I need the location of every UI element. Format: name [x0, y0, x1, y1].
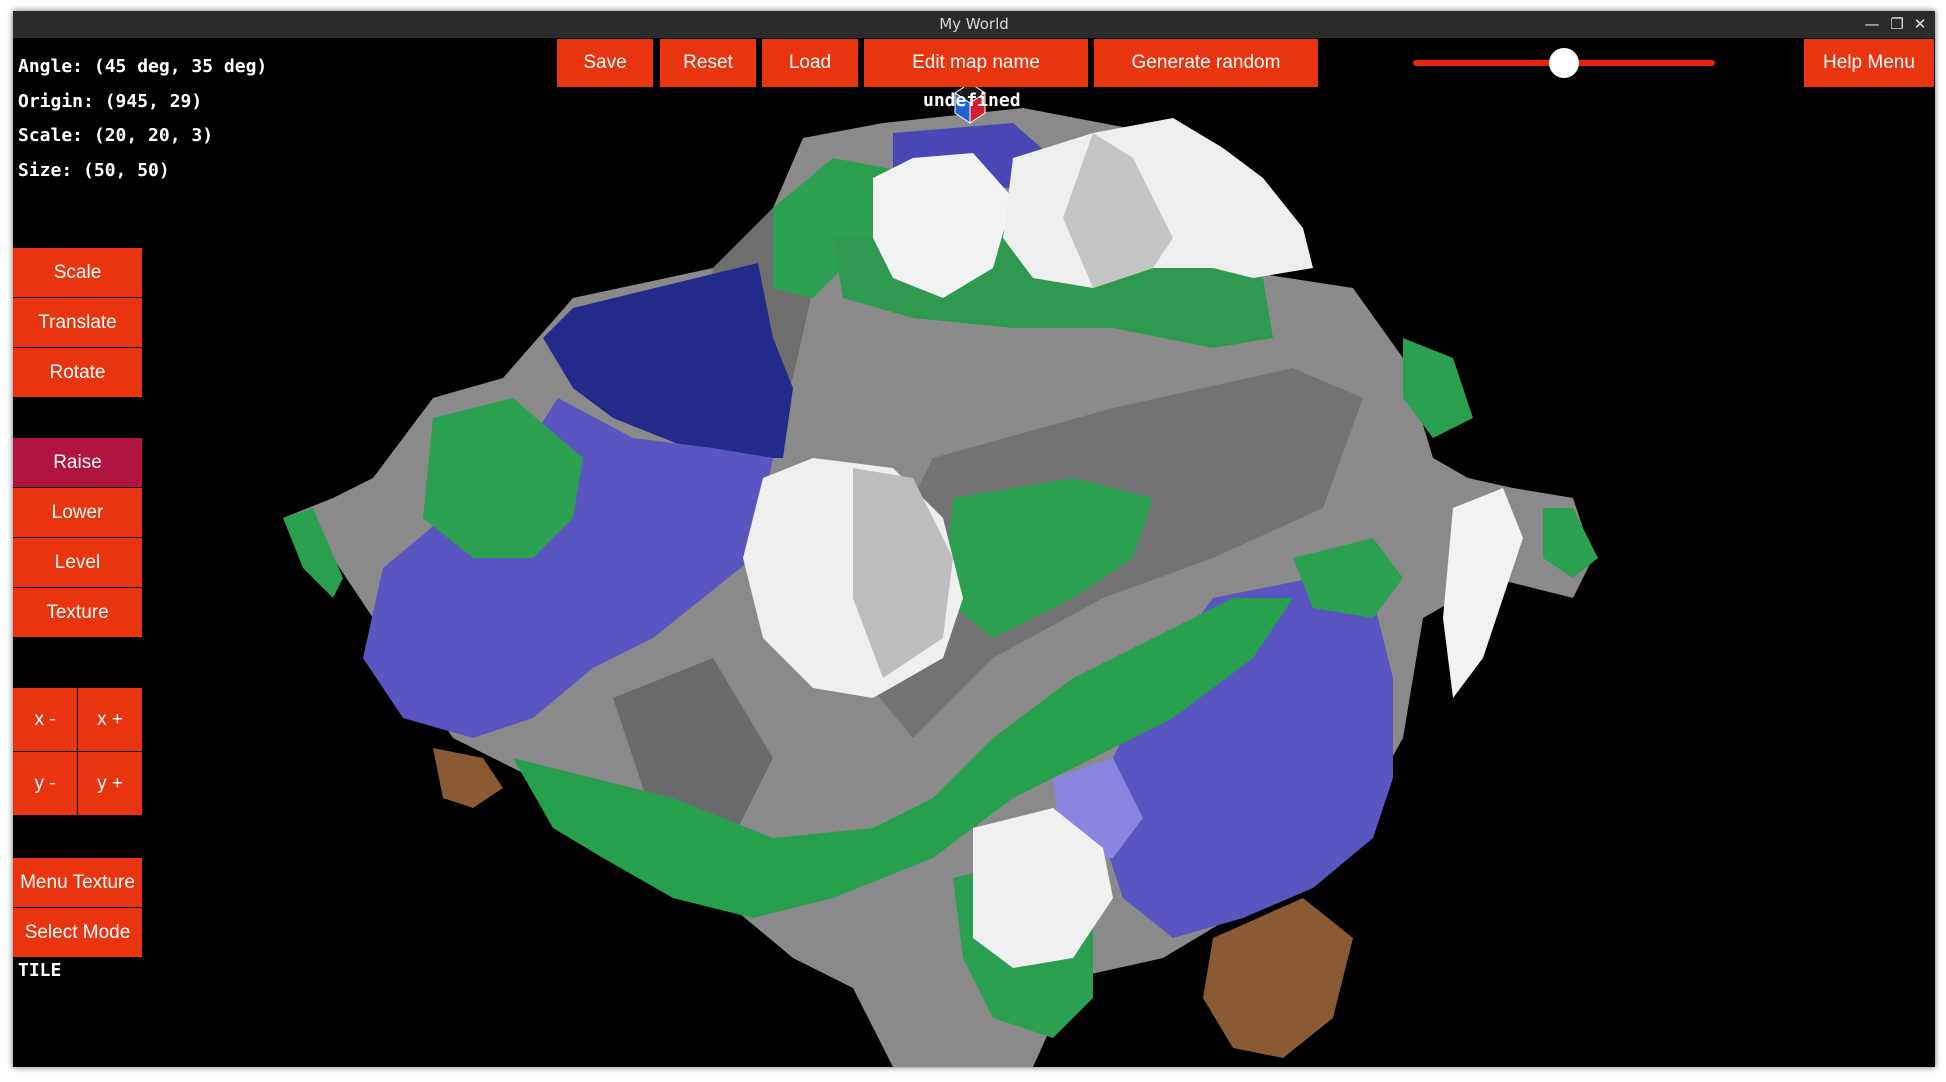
load-button[interactable]: Load: [762, 39, 858, 87]
select-mode-status: TILE: [18, 960, 62, 981]
map-name-label: undefined: [923, 90, 1021, 111]
close-icon[interactable]: ✕: [1909, 13, 1931, 35]
scale-button[interactable]: Scale: [13, 248, 143, 298]
app-window: My World — ❐ ✕ Angle: (45 deg, 35 deg) O…: [13, 11, 1935, 1067]
zoom-slider-knob[interactable]: [1549, 48, 1579, 78]
help-menu-button[interactable]: Help Menu: [1804, 39, 1934, 87]
texture-button[interactable]: Texture: [13, 588, 143, 638]
terrain-snow: [1443, 488, 1523, 698]
x-minus-button[interactable]: x -: [13, 688, 78, 752]
zoom-slider[interactable]: [1413, 46, 1715, 80]
rotate-button[interactable]: Rotate: [13, 348, 143, 398]
generate-random-button[interactable]: Generate random: [1094, 39, 1318, 87]
select-mode-button[interactable]: Select Mode: [13, 908, 143, 958]
terrain-render[interactable]: [13, 38, 1935, 1067]
origin-readout: Origin: (945, 29): [18, 91, 203, 112]
raise-button[interactable]: Raise: [13, 438, 143, 488]
titlebar[interactable]: My World — ❐ ✕: [13, 11, 1935, 38]
angle-readout: Angle: (45 deg, 35 deg): [18, 56, 268, 77]
edit-map-name-button[interactable]: Edit map name: [864, 39, 1088, 87]
y-plus-button[interactable]: y +: [78, 752, 143, 816]
size-readout: Size: (50, 50): [18, 160, 170, 181]
translate-button[interactable]: Translate: [13, 298, 143, 348]
minimize-icon[interactable]: —: [1861, 13, 1883, 35]
maximize-icon[interactable]: ❐: [1886, 13, 1908, 35]
world-viewport[interactable]: Angle: (45 deg, 35 deg) Origin: (945, 29…: [13, 38, 1935, 1067]
reset-button[interactable]: Reset: [660, 39, 756, 87]
x-plus-button[interactable]: x +: [78, 688, 143, 752]
menu-texture-button[interactable]: Menu Texture: [13, 858, 143, 908]
window-title: My World: [939, 15, 1009, 33]
save-button[interactable]: Save: [557, 39, 653, 87]
lower-button[interactable]: Lower: [13, 488, 143, 538]
level-button[interactable]: Level: [13, 538, 143, 588]
scale-readout: Scale: (20, 20, 3): [18, 125, 214, 146]
y-minus-button[interactable]: y -: [13, 752, 78, 816]
